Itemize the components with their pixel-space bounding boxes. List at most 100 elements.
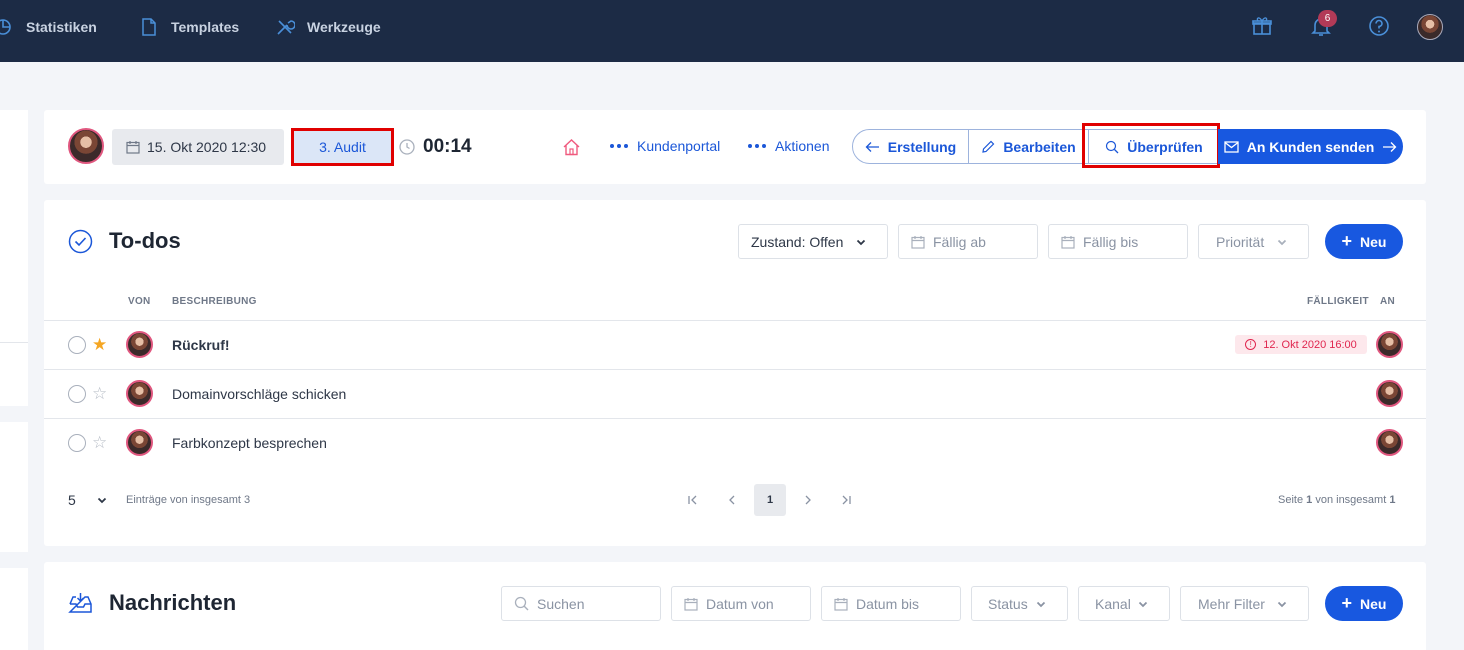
- more-dots-icon: [610, 144, 628, 148]
- status-select[interactable]: Status: [971, 586, 1068, 621]
- assigner-avatar: [126, 331, 153, 358]
- first-page-icon[interactable]: [677, 484, 709, 516]
- aktionen-menu[interactable]: Aktionen: [748, 138, 829, 154]
- datum-von-input[interactable]: Datum von: [671, 586, 811, 621]
- send-to-customer-button[interactable]: An Kunden senden: [1218, 129, 1403, 164]
- kanal-select[interactable]: Kanal: [1078, 586, 1170, 621]
- gift-icon[interactable]: [1250, 14, 1274, 38]
- divider: [0, 342, 28, 343]
- due-date-badge: ! 12. Okt 2020 16:00: [1235, 335, 1367, 354]
- nav-item-werkzeuge[interactable]: Werkzeuge: [275, 0, 381, 54]
- check-circle-icon: [68, 229, 93, 253]
- assignee-avatar: [1376, 429, 1403, 456]
- faellig-ab-input[interactable]: Fällig ab: [898, 224, 1038, 259]
- star-filled-icon[interactable]: ★: [92, 336, 107, 353]
- faellig-ab-placeholder: Fällig ab: [933, 233, 986, 250]
- tools-icon: [277, 20, 295, 35]
- todo-complete-checkbox[interactable]: [68, 434, 86, 452]
- page-info-prefix: Seite: [1278, 494, 1304, 506]
- prioritaet-placeholder: Priorität: [1216, 233, 1265, 250]
- inbox-icon: [68, 593, 92, 613]
- next-page-icon[interactable]: [792, 484, 824, 516]
- clock-icon: [399, 139, 415, 155]
- calendar-icon: [684, 597, 698, 611]
- timer-value: 00:14: [423, 136, 472, 157]
- arrow-right-icon: [1383, 141, 1397, 152]
- last-page-icon[interactable]: [830, 484, 862, 516]
- arrow-left-icon: [865, 141, 879, 152]
- page-info: Seite 1 von insgesamt 1: [1278, 494, 1395, 506]
- todo-complete-checkbox[interactable]: [68, 336, 86, 354]
- message-search-input[interactable]: Suchen: [501, 586, 661, 621]
- todo-description[interactable]: Domainvorschläge schicken: [172, 386, 346, 402]
- star-outline-icon[interactable]: ☆: [92, 434, 107, 451]
- home-icon[interactable]: [562, 138, 581, 159]
- nav-item-label: Statistiken: [26, 19, 97, 35]
- plus-icon: +: [1341, 231, 1353, 251]
- envelope-icon: [1224, 140, 1239, 153]
- divider: [44, 418, 1426, 419]
- plus-icon: +: [1341, 593, 1353, 613]
- faellig-bis-placeholder: Fällig bis: [1083, 233, 1139, 250]
- todo-description[interactable]: Farbkonzept besprechen: [172, 435, 327, 451]
- new-todo-label: Neu: [1360, 233, 1387, 250]
- owner-avatar[interactable]: [68, 128, 104, 164]
- top-navigation-bar: Statistiken Templates Werkzeuge 6: [0, 0, 1464, 62]
- left-panel-card: [0, 422, 28, 552]
- left-panel-card: [0, 568, 28, 650]
- assigner-avatar: [126, 429, 153, 456]
- faellig-bis-input[interactable]: Fällig bis: [1048, 224, 1188, 259]
- erstellung-button[interactable]: Erstellung: [853, 130, 969, 163]
- zustand-select[interactable]: Zustand: Offen: [738, 224, 888, 259]
- mehr-filter-select[interactable]: Mehr Filter: [1180, 586, 1309, 621]
- new-message-button[interactable]: + Neu: [1325, 586, 1403, 621]
- stage-chip[interactable]: 3. Audit: [291, 128, 394, 166]
- alert-icon: !: [1245, 339, 1257, 350]
- assignee-avatar: [1376, 380, 1403, 407]
- bearbeiten-button[interactable]: Bearbeiten: [969, 130, 1089, 163]
- messages-heading: Nachrichten: [68, 590, 236, 616]
- datum-bis-input[interactable]: Datum bis: [821, 586, 961, 621]
- erstellung-label: Erstellung: [887, 138, 957, 155]
- nav-item-label: Werkzeuge: [307, 19, 381, 35]
- page-size-select[interactable]: 5: [68, 492, 108, 508]
- nav-item-statistiken[interactable]: Statistiken: [0, 0, 97, 54]
- mehr-filter-placeholder: Mehr Filter: [1198, 595, 1265, 612]
- column-header-faelligkeit[interactable]: FÄLLIGKEIT: [1307, 296, 1369, 307]
- assigner-avatar: [126, 380, 153, 407]
- timer[interactable]: 00:14: [399, 136, 472, 158]
- todos-title: To-dos: [109, 228, 181, 253]
- messages-title: Nachrichten: [109, 590, 237, 615]
- calendar-icon: [126, 141, 140, 154]
- star-outline-icon[interactable]: ☆: [92, 385, 107, 402]
- send-label: An Kunden senden: [1246, 138, 1375, 155]
- column-header-beschreibung[interactable]: BESCHREIBUNG: [172, 296, 257, 307]
- nav-item-label: Templates: [171, 19, 240, 35]
- user-avatar[interactable]: [1417, 14, 1443, 40]
- entries-total: 3: [244, 494, 251, 506]
- pie-chart-icon: [0, 19, 11, 35]
- ueberpruefen-highlight: [1082, 123, 1220, 168]
- help-icon[interactable]: [1367, 14, 1391, 38]
- calendar-icon: [911, 235, 925, 249]
- zustand-value: Zustand: Offen: [751, 233, 844, 250]
- column-header-an[interactable]: AN: [1380, 296, 1395, 307]
- left-panel-card: [0, 110, 28, 406]
- todo-complete-checkbox[interactable]: [68, 385, 86, 403]
- chevron-down-icon: [1036, 601, 1046, 608]
- chevron-down-icon: [97, 497, 106, 504]
- column-header-von[interactable]: VON: [128, 296, 151, 307]
- kundenportal-link[interactable]: Kundenportal: [610, 138, 720, 154]
- prioritaet-select[interactable]: Priorität: [1198, 224, 1309, 259]
- page-number-button[interactable]: 1: [754, 484, 786, 516]
- chevron-down-icon: [1277, 239, 1287, 246]
- calendar-icon: [1061, 235, 1075, 249]
- new-todo-button[interactable]: + Neu: [1325, 224, 1403, 259]
- previous-page-icon[interactable]: [716, 484, 748, 516]
- search-icon: [514, 596, 529, 611]
- entries-count: Einträge von insgesamt 3: [126, 494, 250, 506]
- nav-item-templates[interactable]: Templates: [139, 0, 239, 54]
- notification-badge: 6: [1318, 10, 1337, 27]
- todo-description[interactable]: Rückruf!: [172, 337, 230, 353]
- date-chip[interactable]: 15. Okt 2020 12:30: [112, 129, 284, 165]
